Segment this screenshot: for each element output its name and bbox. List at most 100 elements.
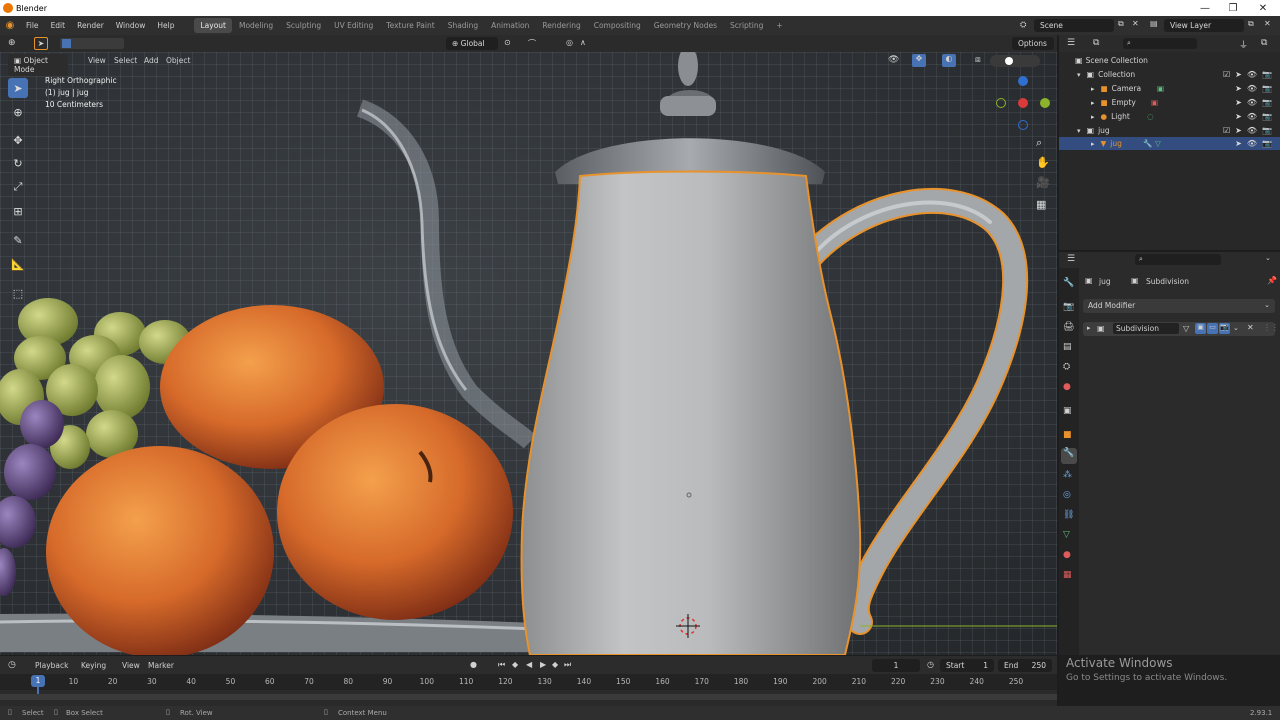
tab-geometry-nodes[interactable]: Geometry Nodes: [648, 18, 723, 33]
select-mode-buttons[interactable]: [60, 38, 124, 49]
expand-icon[interactable]: ▸: [1087, 324, 1091, 332]
eye-icon[interactable]: 👁: [1247, 126, 1257, 135]
timeline-scrollbar[interactable]: [0, 694, 1057, 700]
zoom-icon[interactable]: ⌕: [1036, 136, 1042, 150]
outliner-item-camera[interactable]: ▸ ■ Camera ▣ ➤ 👁 📷: [1059, 82, 1280, 95]
mode-selector[interactable]: ▣ Object Mode: [8, 54, 68, 76]
prev-keyframe-icon[interactable]: ◆: [512, 660, 518, 669]
data-tab-icon[interactable]: ▽: [1063, 530, 1070, 540]
object-tab-icon[interactable]: ■: [1063, 430, 1072, 440]
start-frame-field[interactable]: Start 1: [940, 659, 994, 672]
view-layer-selector[interactable]: View Layer: [1164, 19, 1244, 32]
navigation-gizmo[interactable]: [996, 76, 1052, 132]
move-tool-icon[interactable]: ✥: [8, 130, 28, 150]
gizmo-x-icon[interactable]: [1018, 98, 1028, 108]
expand-icon[interactable]: ▾: [1077, 127, 1081, 135]
properties-editor-icon[interactable]: ☰: [1067, 254, 1075, 264]
gizmo-neg-y-icon[interactable]: [996, 98, 1006, 108]
camera-icon[interactable]: 📷: [1262, 126, 1272, 135]
camera-icon[interactable]: 📷: [1262, 98, 1272, 107]
pin-icon[interactable]: 📌: [1267, 276, 1277, 285]
checkbox-icon[interactable]: ☑: [1223, 126, 1230, 135]
camera-view-icon[interactable]: 🎥: [1036, 176, 1050, 189]
transform-tool-icon[interactable]: ⊞: [8, 201, 28, 221]
tab-compositing[interactable]: Compositing: [588, 18, 647, 33]
modifier-tab-icon[interactable]: 🔧: [1061, 448, 1077, 464]
blender-menu-icon[interactable]: ◉: [0, 20, 20, 31]
expand-icon[interactable]: ▸: [1091, 113, 1095, 121]
constraint-icon[interactable]: ▣: [1151, 98, 1158, 107]
eye-icon[interactable]: 👁: [1247, 84, 1257, 93]
camera-icon[interactable]: 📷: [1262, 139, 1272, 148]
outliner-item-jug-collection[interactable]: ▾ ▣ jug ☑ ➤ 👁 📷: [1059, 124, 1280, 137]
menu-help[interactable]: Help: [151, 21, 180, 30]
expand-icon[interactable]: ▾: [1077, 71, 1081, 79]
snap-icon[interactable]: ⌒: [528, 38, 536, 49]
view-object-types-icon[interactable]: 👁: [888, 55, 899, 65]
outliner-search-input[interactable]: ⌕: [1123, 38, 1197, 49]
tab-modeling[interactable]: Modeling: [233, 18, 279, 33]
eye-icon[interactable]: 👁: [1247, 112, 1257, 121]
play-reverse-icon[interactable]: ◀: [526, 660, 532, 669]
visibility-controls[interactable]: ☑ ➤ 👁 📷: [1223, 126, 1272, 135]
select-icon[interactable]: ➤: [1235, 126, 1242, 135]
scale-tool-icon[interactable]: ⤢: [8, 177, 28, 197]
editor-type-icon[interactable]: ⊕: [8, 38, 16, 48]
output-tab-icon[interactable]: 🖨: [1063, 322, 1074, 332]
properties-search-input[interactable]: ⌕: [1135, 254, 1221, 265]
eye-icon[interactable]: 👁: [1247, 70, 1257, 79]
tab-animation[interactable]: Animation: [485, 18, 535, 33]
tab-sculpting[interactable]: Sculpting: [280, 18, 327, 33]
gizmo-toggle-icon[interactable]: ✥: [912, 54, 926, 67]
close-window-button[interactable]: ✕: [1248, 0, 1278, 16]
gizmo-neg-z-icon[interactable]: [1018, 120, 1028, 130]
select-icon[interactable]: ➤: [1235, 139, 1242, 148]
new-collection-icon[interactable]: ⧉: [1261, 38, 1267, 48]
outliner-item-empty[interactable]: ▸ ■ Empty ▣ ➤ 👁 📷: [1059, 96, 1280, 109]
select-box-tool-icon[interactable]: ➤: [8, 78, 28, 98]
add-cube-tool-icon[interactable]: ⬚: [8, 283, 28, 303]
camera-icon[interactable]: 📷: [1262, 84, 1272, 93]
filter-icon[interactable]: ⏚: [1239, 38, 1248, 51]
tab-scripting[interactable]: Scripting: [724, 18, 769, 33]
expand-icon[interactable]: ▸: [1091, 85, 1095, 93]
tab-shading[interactable]: Shading: [442, 18, 484, 33]
timeline-menu-keying[interactable]: Keying: [75, 661, 112, 670]
annotate-tool-icon[interactable]: ✎: [8, 230, 28, 250]
ortho-toggle-icon[interactable]: ▦: [1036, 198, 1046, 211]
end-frame-field[interactable]: End 250: [998, 659, 1052, 672]
playhead[interactable]: 1: [31, 675, 45, 687]
overlay-toggle-icon[interactable]: ◐: [942, 54, 956, 67]
tab-rendering[interactable]: Rendering: [536, 18, 586, 33]
minimize-button[interactable]: —: [1190, 0, 1220, 16]
xray-icon[interactable]: ⧈: [975, 55, 981, 65]
delete-view-layer-icon[interactable]: ✕: [1264, 19, 1271, 28]
checkbox-icon[interactable]: ☑: [1223, 70, 1230, 79]
texture-tab-icon[interactable]: ▦: [1063, 570, 1072, 580]
render-icon[interactable]: 📷: [1219, 323, 1230, 334]
new-scene-icon[interactable]: ⧉: [1118, 19, 1124, 29]
world-tab-icon[interactable]: ●: [1063, 382, 1071, 392]
light-data-icon[interactable]: ◌: [1147, 112, 1154, 121]
falloff-icon[interactable]: ∧: [580, 38, 586, 47]
measure-tool-icon[interactable]: 📐: [8, 254, 28, 274]
scene-tab-icon[interactable]: ⛭: [1063, 362, 1070, 372]
display-mode-icon[interactable]: ⧉: [1093, 38, 1099, 48]
timeline-menu-playback[interactable]: Playback: [29, 661, 74, 670]
render-tab-icon[interactable]: 📷: [1063, 302, 1074, 312]
mesh-data-icon[interactable]: ▽: [1155, 139, 1161, 148]
select-icon[interactable]: ➤: [1235, 112, 1242, 121]
camera-icon[interactable]: 📷: [1262, 70, 1272, 79]
modifier-panel-subdivision[interactable]: ▸ ▣ Subdivision ▽ ▣ ▭ 📷 ⌄ ✕ ⋮⋮: [1083, 322, 1279, 336]
outliner-item-collection[interactable]: ▾ ▣ Collection ☑ ➤ 👁 📷: [1059, 68, 1280, 81]
select-icon[interactable]: ➤: [1235, 70, 1242, 79]
jump-end-icon[interactable]: ⏭: [564, 660, 571, 670]
chevron-down-icon[interactable]: ⌄: [1265, 254, 1271, 262]
record-icon[interactable]: ●: [470, 660, 477, 669]
add-modifier-dropdown[interactable]: Add Modifier ⌄: [1083, 299, 1275, 313]
tab-texture-paint[interactable]: Texture Paint: [380, 18, 440, 33]
modifier-icon[interactable]: 🔧: [1143, 139, 1152, 148]
solid-shading-icon[interactable]: [1005, 57, 1013, 65]
eye-icon[interactable]: 👁: [1247, 139, 1257, 148]
rotate-tool-icon[interactable]: ↻: [8, 153, 28, 173]
